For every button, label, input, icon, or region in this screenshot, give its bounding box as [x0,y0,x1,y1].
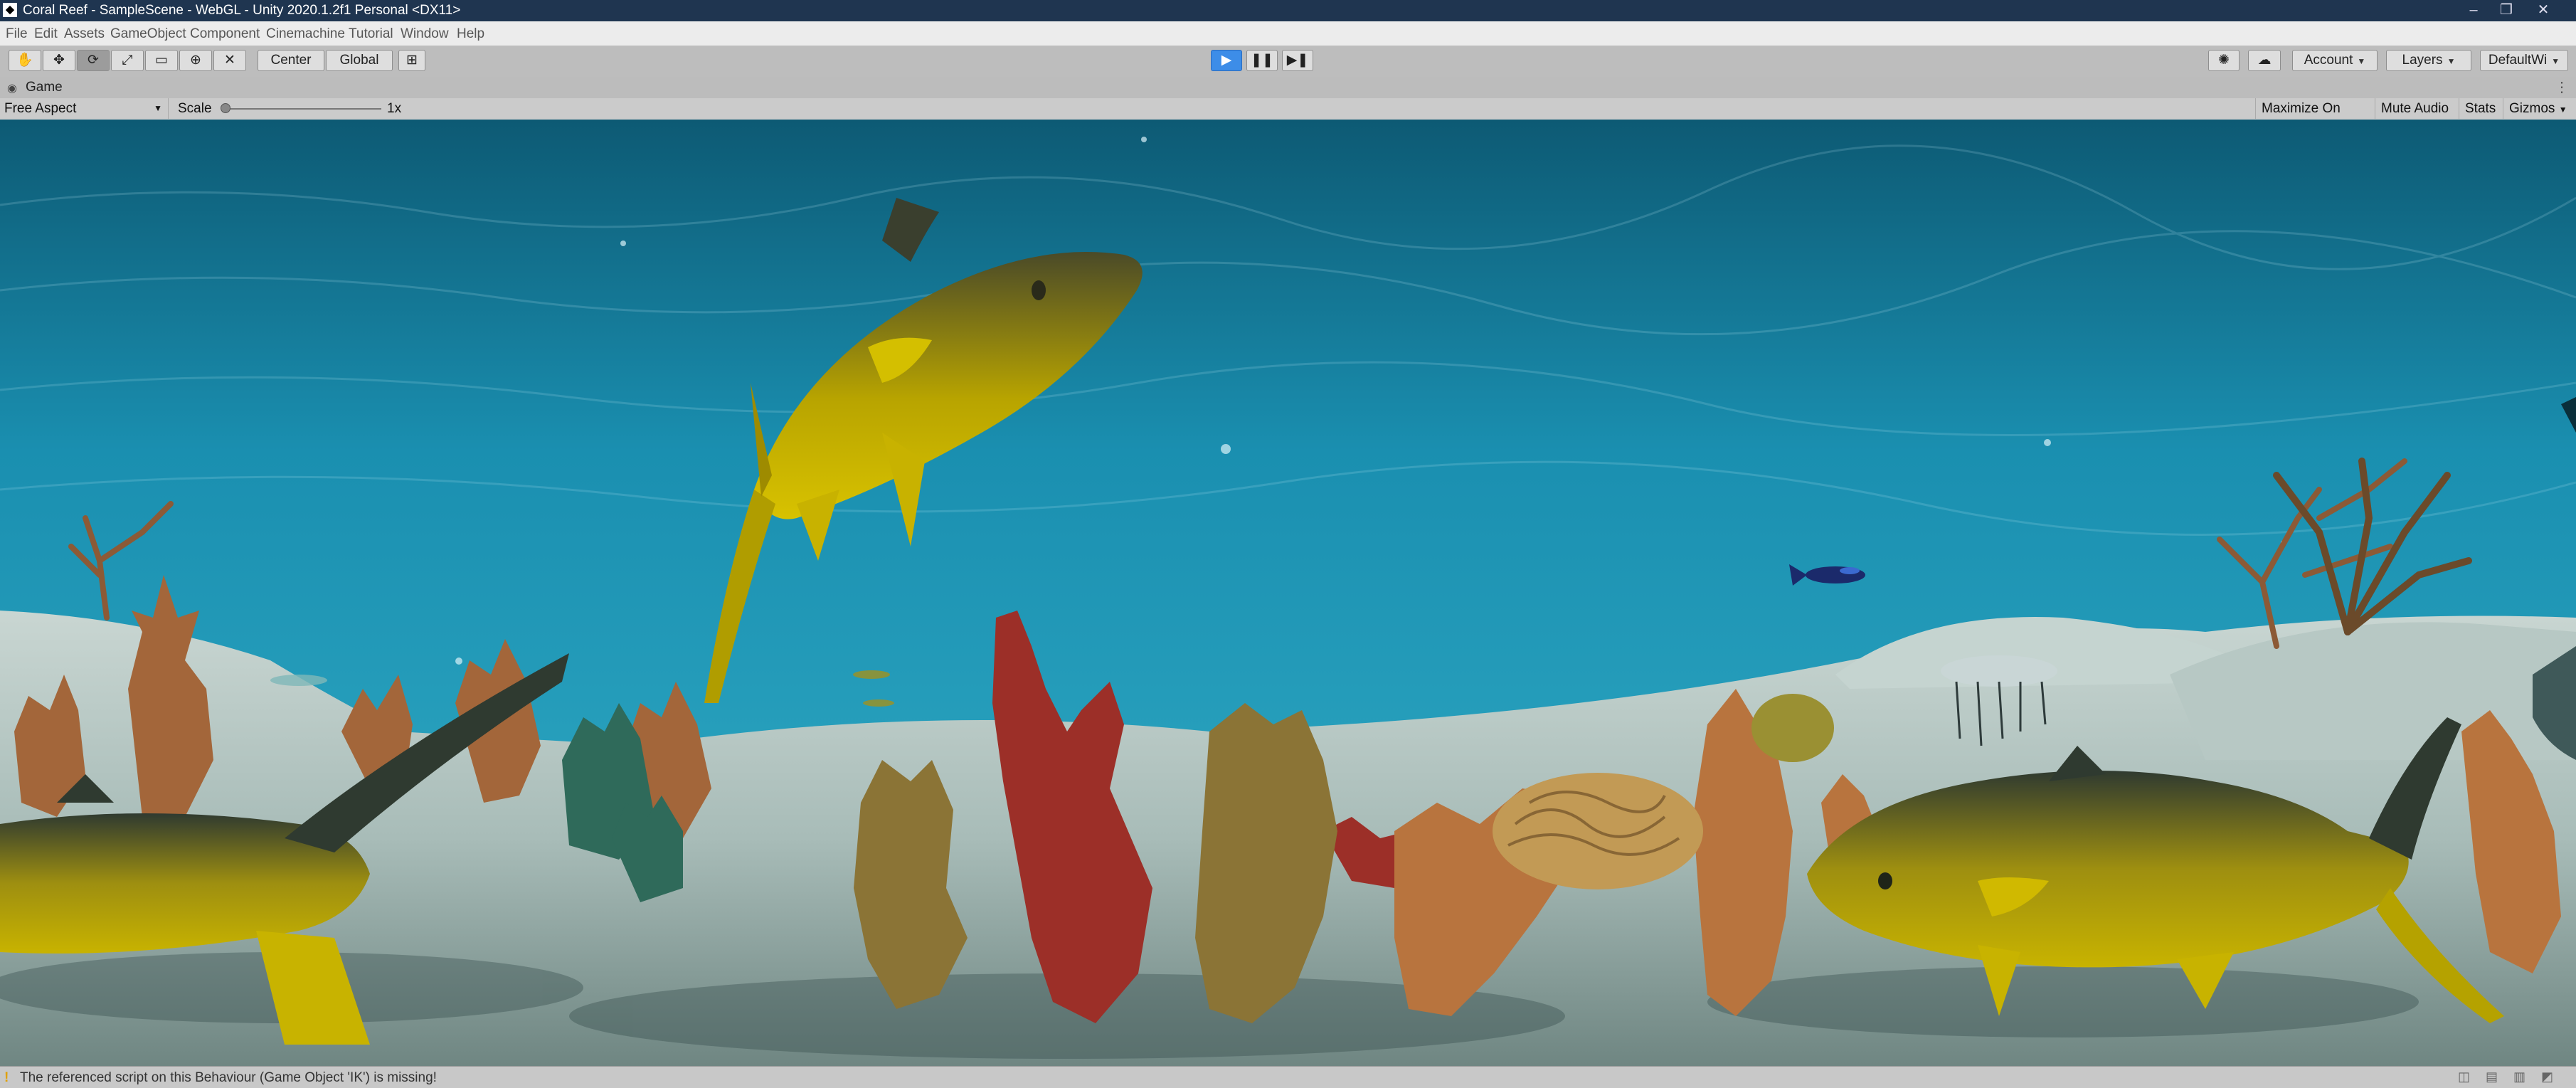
console-icon: ▥ [2513,1069,2541,1084]
menu-help[interactable]: Help [457,26,484,42]
pivot-global-button[interactable]: Global [326,50,393,71]
aspect-dropdown[interactable]: Free Aspect ▼ [0,98,169,119]
pause-icon[interactable]: ❚❚ [1246,50,1278,71]
move-tool-icon[interactable]: ✥ [43,50,75,71]
more-options-icon[interactable]: ⋮ [2555,78,2569,96]
console-message[interactable]: The referenced script on this Behaviour … [20,1070,437,1086]
chevron-down-icon: ▼ [154,103,162,113]
debug-icon: ▤ [2485,1069,2513,1084]
chevron-down-icon: ▼ [2447,56,2456,66]
menu-window[interactable]: Window [401,26,449,42]
menu-assets[interactable]: Assets [64,26,105,42]
menu-tutorial[interactable]: Tutorial [349,26,393,42]
collapse-icon: ◩ [2540,1069,2569,1084]
status-bar: ! The referenced script on this Behaviou… [0,1066,2576,1088]
main-toolbar: ✋ ✥ ⟳ ⤢ ▭ ⊕ ✕ Center Global ⊞ ▶ ❚❚ ▶❚ ✺ … [0,46,2576,78]
menu-file[interactable]: File [6,26,28,42]
account-label: Account [2304,53,2353,68]
menu-component[interactable]: Component [190,26,260,42]
play-icon[interactable]: ▶ [1211,50,1242,71]
status-icons: ◫▤▥◩ [2458,1069,2569,1084]
close-icon[interactable]: ✕ [2527,0,2560,21]
scale-label: Scale [178,101,212,116]
chevron-down-icon: ▼ [2558,105,2567,115]
maximize-on-play-toggle[interactable]: Maximize On Play [2255,98,2375,137]
minimize-icon[interactable]: – [2457,0,2490,21]
collab-icon[interactable]: ✺ [2208,50,2240,71]
layers-label: Layers [2402,53,2443,68]
game-tab-header: ◉ Game ⋮ [0,77,2576,98]
layout-dropdown[interactable]: DefaultWi ▼ [2480,50,2568,71]
scale-value: 1x [387,101,402,116]
sponge [1751,694,1834,762]
pivot-center-button[interactable]: Center [258,50,324,71]
game-controller-icon: ◉ [7,83,17,95]
pivot-global-label: Global [339,53,379,68]
aspect-label: Free Aspect [4,101,77,116]
hand-tool-icon[interactable]: ✋ [9,50,41,71]
transform-tool-icon[interactable]: ⊕ [179,50,212,71]
menu-gameobject[interactable]: GameObject [110,26,186,42]
progress-icon: ◫ [2457,1069,2486,1084]
rotate-tool-icon[interactable]: ⟳ [77,50,110,71]
coral-reef-scene [0,120,2576,1066]
account-dropdown[interactable]: Account ▼ [2292,50,2378,71]
layout-label: DefaultWi [2488,53,2548,68]
snap-icon[interactable]: ⊞ [398,50,425,71]
step-icon[interactable]: ▶❚ [1282,50,1313,71]
mute-audio-label: Mute Audio [2381,101,2449,116]
chevron-down-icon: ▼ [2551,56,2560,66]
window-title: Coral Reef - SampleScene - WebGL - Unity… [23,3,461,18]
game-viewport[interactable] [0,120,2576,1066]
mute-audio-toggle[interactable]: Mute Audio [2375,98,2459,119]
pivot-center-label: Center [270,53,312,68]
scale-slider-handle[interactable] [221,103,230,113]
cloud-icon[interactable]: ☁ [2248,50,2281,71]
menu-edit[interactable]: Edit [34,26,58,42]
restore-icon[interactable]: ❐ [2490,0,2523,21]
window-title-bar: ◆ Coral Reef - SampleScene - WebGL - Uni… [0,0,2576,21]
unity-logo-icon: ◆ [3,3,17,17]
menu-cinemachine[interactable]: Cinemachine [266,26,345,42]
stats-label: Stats [2465,101,2496,116]
custom-tool-icon[interactable]: ✕ [213,50,246,71]
gizmos-dropdown[interactable]: Gizmos ▼ [2503,98,2576,119]
layers-dropdown[interactable]: Layers ▼ [2386,50,2471,71]
gizmos-label: Gizmos [2509,101,2555,116]
warning-icon: ! [4,1070,9,1085]
menu-bar: File Edit Assets GameObject Component Ci… [0,21,2576,46]
game-view-toolbar: Free Aspect ▼ Scale 1x Maximize On Play … [0,98,2576,137]
scale-tool-icon[interactable]: ⤢ [111,50,144,71]
rect-tool-icon[interactable]: ▭ [145,50,178,71]
scale-slider-track[interactable] [225,108,381,110]
tab-game[interactable]: Game [26,80,63,95]
stats-toggle[interactable]: Stats [2459,98,2503,119]
chevron-down-icon: ▼ [2357,56,2366,66]
